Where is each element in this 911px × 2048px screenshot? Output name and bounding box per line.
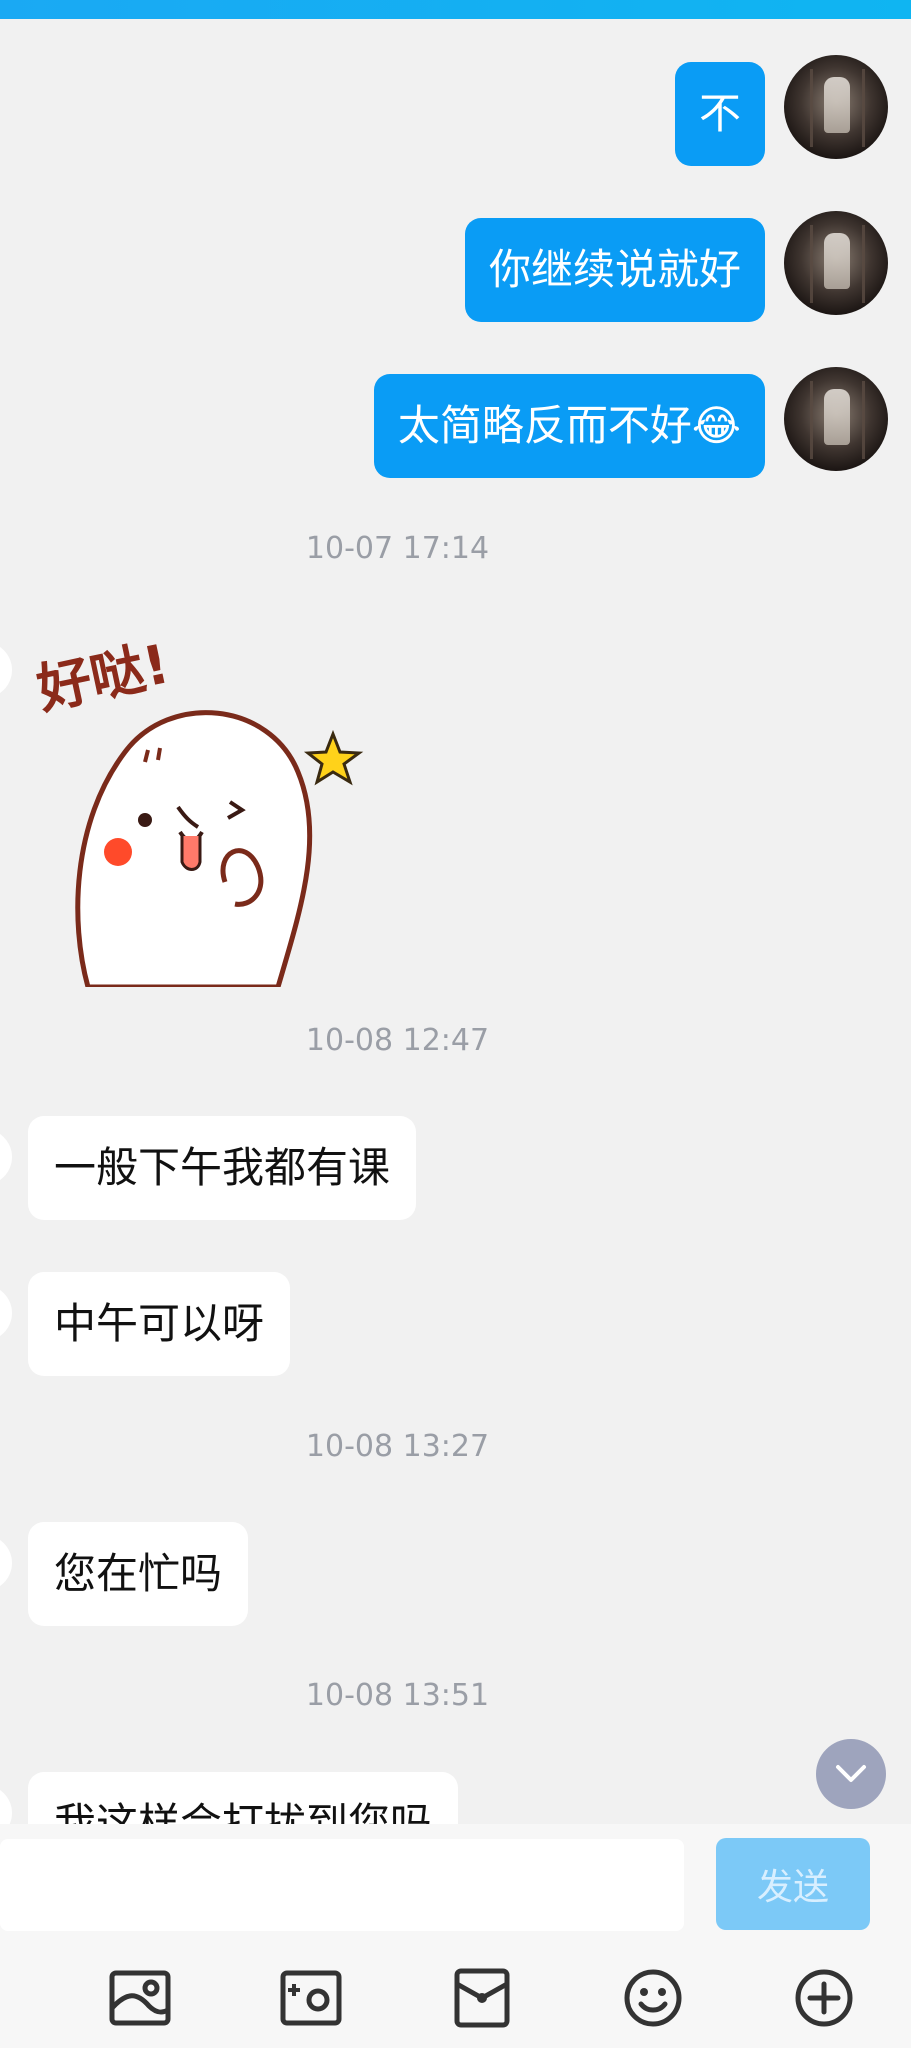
message-text: 你继续说就好 bbox=[488, 245, 741, 294]
contact-avatar[interactable] bbox=[0, 642, 12, 698]
emoji-icon bbox=[624, 1969, 682, 2027]
outgoing-message[interactable]: 太简略反而不好😂 bbox=[373, 374, 765, 478]
chat-history[interactable]: 不 你继续说就好 太简略反而不好😂 10-07 17:14 好哒! 10-08 … bbox=[0, 19, 911, 1824]
message-text: 您在忙吗 bbox=[54, 1549, 223, 1598]
outgoing-message[interactable]: 不 bbox=[674, 62, 765, 166]
incoming-message[interactable]: 我这样会打扰到您吗 bbox=[28, 1772, 459, 1824]
timestamp: 10-08 12:47 bbox=[305, 1023, 490, 1058]
timestamp: 10-08 13:51 bbox=[305, 1678, 490, 1713]
avatar[interactable] bbox=[784, 55, 888, 159]
send-button[interactable]: 发送 bbox=[716, 1838, 870, 1930]
timestamp: 10-07 17:14 bbox=[305, 531, 490, 566]
camera-icon bbox=[280, 1970, 342, 2026]
message-input[interactable] bbox=[0, 1839, 684, 1931]
contact-avatar[interactable] bbox=[0, 1285, 12, 1341]
red-packet-icon bbox=[454, 1968, 510, 2028]
sticker-message[interactable]: 好哒! bbox=[30, 622, 370, 990]
message-text: 我这样会打扰到您吗 bbox=[54, 1799, 433, 1824]
scroll-to-bottom-button[interactable] bbox=[816, 1739, 886, 1809]
avatar[interactable] bbox=[784, 367, 888, 471]
message-text: 中午可以呀 bbox=[54, 1299, 265, 1348]
message-text: 太简略反而不好😂 bbox=[397, 401, 741, 450]
red-packet-button[interactable] bbox=[450, 1966, 514, 2030]
timestamp: 10-08 13:27 bbox=[305, 1429, 490, 1464]
chevron-down-icon bbox=[836, 1765, 866, 1782]
contact-avatar[interactable] bbox=[0, 1129, 12, 1185]
avatar[interactable] bbox=[784, 211, 888, 315]
image-button[interactable] bbox=[108, 1966, 172, 2030]
contact-avatar[interactable] bbox=[0, 1785, 12, 1824]
sticker-text: 好哒! bbox=[31, 632, 175, 721]
plus-icon bbox=[795, 1969, 853, 2027]
incoming-message[interactable]: 您在忙吗 bbox=[28, 1522, 249, 1626]
message-text: 一般下午我都有课 bbox=[54, 1143, 391, 1192]
emoji-button[interactable] bbox=[621, 1966, 685, 2030]
camera-button[interactable] bbox=[279, 1966, 343, 2030]
composer-bar: 发送 bbox=[0, 1824, 911, 2048]
top-accent-bar bbox=[0, 0, 911, 19]
contact-avatar[interactable] bbox=[0, 1535, 12, 1591]
incoming-message[interactable]: 中午可以呀 bbox=[28, 1272, 291, 1376]
image-icon bbox=[109, 1970, 171, 2026]
more-button[interactable] bbox=[792, 1966, 856, 2030]
incoming-message[interactable]: 一般下午我都有课 bbox=[28, 1116, 417, 1220]
outgoing-message[interactable]: 你继续说就好 bbox=[464, 218, 765, 322]
message-text: 不 bbox=[698, 89, 741, 138]
